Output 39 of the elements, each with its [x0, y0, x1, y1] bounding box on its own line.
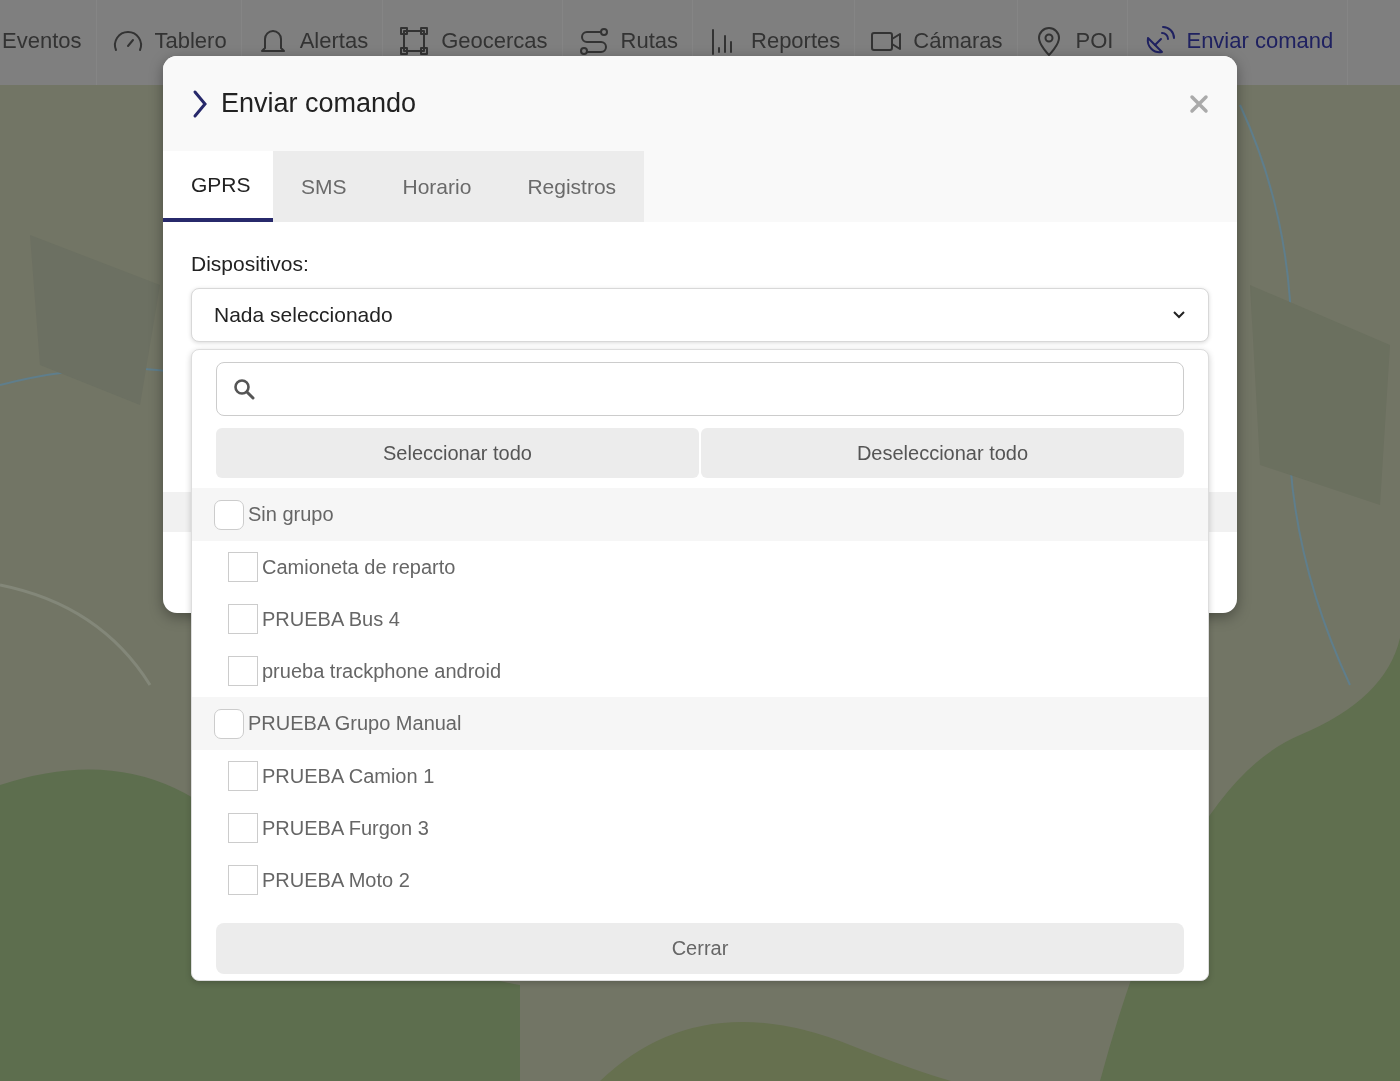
chevron-icon — [191, 88, 209, 119]
nav-tab-label: Eventos — [2, 27, 82, 54]
checkbox-label: PRUEBA Grupo Manual — [248, 712, 462, 735]
nav-tab-label: Enviar comand — [1186, 27, 1334, 54]
tab[interactable]: Horario — [374, 151, 500, 222]
close-button[interactable]: Cerrar — [216, 923, 1184, 974]
nav-tab-label: POI — [1075, 27, 1114, 54]
field-label: Dispositivos: — [191, 252, 310, 276]
checkbox[interactable] — [228, 865, 258, 895]
checkbox[interactable] — [228, 604, 258, 634]
nav-tab-label: Rutas — [620, 27, 678, 54]
nav-tab-label: Reportes — [751, 27, 841, 54]
device-select[interactable]: Nada seleccionado — [191, 288, 1209, 342]
checkbox[interactable] — [228, 656, 258, 686]
tab[interactable]: Registros — [499, 151, 645, 222]
nav-tab-label: Cámaras — [913, 27, 1003, 54]
select-action-button[interactable]: Deseleccionar todo — [701, 428, 1184, 478]
checkbox-label: Sin grupo — [248, 503, 334, 526]
checkbox-label: Camioneta de reparto — [262, 555, 456, 579]
checkbox[interactable] — [214, 708, 244, 739]
search-icon — [233, 378, 255, 400]
select-action-button[interactable]: Seleccionar todo — [216, 428, 699, 478]
checkbox-label: PRUEBA Camion 1 — [262, 764, 435, 788]
nav-tab-label: Tablero — [154, 27, 227, 54]
checkbox-label: PRUEBA Moto 2 — [262, 868, 410, 892]
checkbox[interactable] — [228, 813, 258, 843]
tab[interactable]: GPRS — [163, 151, 273, 222]
checkbox[interactable] — [214, 499, 244, 530]
tab[interactable]: SMS — [273, 151, 375, 222]
nav-tab-label: Geocercas — [441, 27, 548, 54]
dialog-title: Enviar comando — [221, 88, 418, 119]
checkbox-label: PRUEBA Furgon 3 — [262, 816, 429, 840]
checkbox[interactable] — [228, 552, 258, 582]
checkbox[interactable] — [228, 761, 258, 791]
nav-tab-label: Alertas — [299, 27, 369, 54]
search-field[interactable] — [216, 362, 1184, 416]
close-icon[interactable] — [1189, 93, 1209, 114]
checkbox-label: prueba trackphone android — [262, 659, 502, 683]
checkbox-label: PRUEBA Bus 4 — [262, 607, 400, 631]
